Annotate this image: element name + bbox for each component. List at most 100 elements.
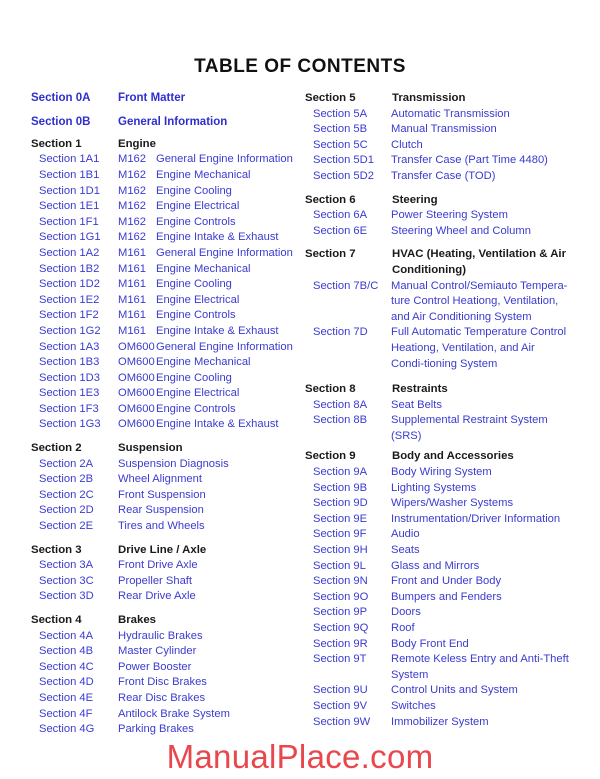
toc-link-section-1f1[interactable]: Section 1F1 M162 Engine Controls — [31, 215, 301, 231]
toc-link-section-7b-c[interactable]: Section 7B/C Manual Control/Semiauto Temp… — [305, 279, 575, 326]
section-heading[interactable]: Section 1 Engine — [31, 137, 301, 153]
subsection-title: Engine Controls — [156, 309, 236, 322]
toc-link-section-3d[interactable]: Section 3D Rear Drive Axle — [31, 589, 301, 605]
section-title: Engine — [118, 137, 156, 150]
section-code: Section 8 — [305, 383, 356, 396]
toc-link-section-1g1[interactable]: Section 1G1 M162 Engine Intake & Exhaust — [31, 230, 301, 246]
toc-link-section-9o[interactable]: Section 9O Bumpers and Fenders — [305, 590, 575, 606]
subsection-title: Engine Mechanical — [156, 356, 251, 369]
toc-link-section-8b[interactable]: Section 8B Supplemental Restraint System … — [305, 413, 575, 444]
toc-link-section-5d2[interactable]: Section 5D2 Transfer Case (TOD) — [305, 169, 575, 185]
subsection-title: Parking Brakes — [118, 723, 194, 736]
toc-link-section-5b[interactable]: Section 5B Manual Transmission — [305, 122, 575, 138]
subsection-code: Section 1D2 — [39, 278, 100, 291]
section-heading[interactable]: Section 6 Steering — [305, 193, 575, 209]
toc-link-section-1a1[interactable]: Section 1A1 M162 General Engine Informatio… — [31, 152, 301, 168]
subsection-code: Section 4E — [39, 691, 94, 704]
toc-link-section-9q[interactable]: Section 9Q Roof — [305, 621, 575, 637]
toc-link-section-9e[interactable]: Section 9E Instrumentation/Driver Informa… — [305, 512, 575, 528]
section-code: Section 9 — [305, 450, 356, 463]
subsection-code: Section 1A3 — [39, 340, 100, 353]
toc-link-section-9w[interactable]: Section 9W Immobilizer System — [305, 715, 575, 731]
toc-link-section-1e2[interactable]: Section 1E2 M161 Engine Electrical — [31, 293, 301, 309]
subsection-title: Engine Controls — [156, 215, 236, 228]
subsection-code: Section 1E2 — [39, 293, 100, 306]
toc-entry-front-matter[interactable]: Section 0A Front Matter — [31, 91, 301, 107]
engine-code: M162 — [118, 200, 146, 213]
toc-link-section-4a[interactable]: Section 4A Hydraulic Brakes — [31, 629, 301, 645]
toc-link-section-9h[interactable]: Section 9H Seats — [305, 543, 575, 559]
toc-link-section-1a2[interactable]: Section 1A2 M161 General Engine Informatio… — [31, 246, 301, 262]
toc-link-section-1f2[interactable]: Section 1F2 M161 Engine Controls — [31, 308, 301, 324]
subsection-code: Section 5B — [313, 123, 368, 136]
toc-link-section-2d[interactable]: Section 2D Rear Suspension — [31, 503, 301, 519]
toc-link-section-1d1[interactable]: Section 1D1 M162 Engine Cooling — [31, 184, 301, 200]
toc-link-section-1g3[interactable]: Section 1G3 OM600 Engine Intake & Exhaust — [31, 417, 301, 433]
section-heading[interactable]: Section 3 Drive Line / Axle — [31, 543, 301, 559]
section-heading[interactable]: Section 8 Restraints — [305, 382, 575, 398]
toc-link-section-1e1[interactable]: Section 1E1 M162 Engine Electrical — [31, 199, 301, 215]
toc-link-section-9b[interactable]: Section 9B Lighting Systems — [305, 481, 575, 497]
toc-link-section-5c[interactable]: Section 5C Clutch — [305, 138, 575, 154]
toc-link-section-9t[interactable]: Section 9T Remote Keless Entry and Anti-T… — [305, 652, 575, 683]
toc-link-section-6a[interactable]: Section 6A Power Steering System — [305, 208, 575, 224]
toc-link-section-1f3[interactable]: Section 1F3 OM600 Engine Controls — [31, 402, 301, 418]
toc-link-section-9v[interactable]: Section 9V Switches — [305, 699, 575, 715]
toc-link-section-5d1[interactable]: Section 5D1 Transfer Case (Part Time 4480… — [305, 153, 575, 169]
toc-link-section-6e[interactable]: Section 6E Steering Wheel and Column — [305, 224, 575, 240]
toc-link-section-1e3[interactable]: Section 1E3 OM600 Engine Electrical — [31, 386, 301, 402]
toc-link-section-2e[interactable]: Section 2E Tires and Wheels — [31, 519, 301, 535]
subsection-title: Transfer Case (TOD) — [391, 169, 496, 182]
toc-link-section-1a3[interactable]: Section 1A3 OM600 General Engine Informati… — [31, 340, 301, 356]
toc-link-section-9d[interactable]: Section 9D Wipers/Washer Systems — [305, 496, 575, 512]
toc-link-section-4d[interactable]: Section 4D Front Disc Brakes — [31, 675, 301, 691]
subsection-title: Rear Disc Brakes — [118, 691, 206, 704]
toc-link-section-2b[interactable]: Section 2B Wheel Alignment — [31, 472, 301, 488]
subsection-code: Section 1G3 — [39, 418, 101, 431]
toc-link-section-9r[interactable]: Section 9R Body Front End — [305, 637, 575, 653]
toc-link-section-4b[interactable]: Section 4B Master Cylinder — [31, 644, 301, 660]
section-heading[interactable]: Section 9 Body and Accessories — [305, 449, 575, 465]
subsection-title: Engine Cooling — [156, 278, 232, 291]
toc-link-section-9n[interactable]: Section 9N Front and Under Body — [305, 574, 575, 590]
engine-code: M162 — [118, 168, 146, 181]
toc-link-section-9a[interactable]: Section 9A Body Wiring System — [305, 465, 575, 481]
toc-link-section-8a[interactable]: Section 8A Seat Belts — [305, 398, 575, 414]
toc-link-section-1g2[interactable]: Section 1G2 M161 Engine Intake & Exhaust — [31, 324, 301, 340]
toc-link-section-9f[interactable]: Section 9F Audio — [305, 527, 575, 543]
toc-link-section-1b2[interactable]: Section 1B2 M161 Engine Mechanical — [31, 262, 301, 278]
section-heading[interactable]: Section 4 Brakes — [31, 613, 301, 629]
section-heading[interactable]: Section 5 Transmission — [305, 91, 575, 107]
right-section-groups: Section 5 Transmission Section 5A Automatic… — [305, 91, 575, 730]
toc-link-section-4c[interactable]: Section 4C Power Booster — [31, 660, 301, 676]
toc-link-section-1b1[interactable]: Section 1B1 M162 Engine Mechanical — [31, 168, 301, 184]
section-group-section-3: Section 3 Drive Line / Axle Section 3A Fron… — [31, 543, 301, 605]
section-title: Body and Accessories — [392, 450, 514, 463]
toc-link-section-1b3[interactable]: Section 1B3 OM600 Engine Mechanical — [31, 355, 301, 371]
section-group-section-8: Section 8 Restraints Section 8A Seat Belts S… — [305, 382, 575, 444]
toc-link-section-1d3[interactable]: Section 1D3 OM600 Engine Cooling — [31, 371, 301, 387]
toc-link-section-4g[interactable]: Section 4G Parking Brakes — [31, 722, 301, 738]
toc-link-section-4e[interactable]: Section 4E Rear Disc Brakes — [31, 691, 301, 707]
toc-link-section-3c[interactable]: Section 3C Propeller Shaft — [31, 574, 301, 590]
toc-link-section-7d[interactable]: Section 7D Full Automatic Temperature Con… — [305, 325, 575, 372]
toc-link-section-2c[interactable]: Section 2C Front Suspension — [31, 488, 301, 504]
section-heading[interactable]: Section 7 HVAC (Heating, Ventilation & Ai… — [305, 247, 575, 278]
toc-link-section-9l[interactable]: Section 9L Glass and Mirrors — [305, 559, 575, 575]
toc-link-section-9u[interactable]: Section 9U Control Units and System — [305, 683, 575, 699]
subsection-code: Section 5A — [313, 107, 368, 120]
subsection-title: Engine Electrical — [156, 200, 240, 213]
toc-entry-general-information[interactable]: Section 0B General Information — [31, 115, 301, 131]
section-heading[interactable]: Section 2 Suspension — [31, 441, 301, 457]
subsection-code: Section 4A — [39, 629, 94, 642]
toc-link-section-3a[interactable]: Section 3A Front Drive Axle — [31, 558, 301, 574]
toc-link-section-1d2[interactable]: Section 1D2 M161 Engine Cooling — [31, 277, 301, 293]
toc-link-section-9p[interactable]: Section 9P Doors — [305, 605, 575, 621]
section-title: Restraints — [392, 383, 448, 396]
toc-link-section-2a[interactable]: Section 2A Suspension Diagnosis — [31, 457, 301, 473]
toc-link-section-5a[interactable]: Section 5A Automatic Transmission — [305, 107, 575, 123]
toc-link-section-4f[interactable]: Section 4F Antilock Brake System — [31, 707, 301, 723]
subsection-title: Remote Keless Entry and Anti-Theft Syste… — [391, 653, 569, 681]
section-code: Section 2 — [31, 442, 82, 455]
subsection-title: Engine Controls — [156, 402, 236, 415]
